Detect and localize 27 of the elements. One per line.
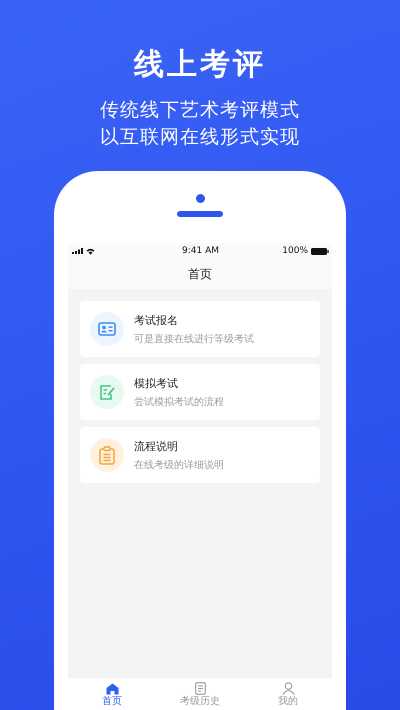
document-icon: [194, 682, 206, 695]
edit-icon: [90, 375, 124, 409]
camera-dot: [196, 194, 204, 203]
subtitle-line: 传统线下艺术考评模式: [100, 98, 300, 122]
headline: 线上考评: [134, 46, 266, 84]
home-icon: [106, 682, 118, 695]
menu-card[interactable]: 模拟考试 尝试模拟考试的流程: [80, 364, 320, 420]
clipboard-icon: [90, 438, 124, 472]
card-description: 可是直接在线进行等级考试: [134, 332, 254, 346]
subtitle-line: 以互联网在线形式实现: [100, 125, 300, 149]
card-description: 在线考级的详细说明: [134, 458, 224, 472]
battery-percent: 100%: [282, 246, 308, 256]
speaker-bar: [177, 211, 223, 217]
card-title: 流程说明: [134, 438, 179, 454]
menu-card[interactable]: 考试报名 可是直接在线进行等级考试: [80, 301, 320, 357]
wifi-icon: [86, 248, 95, 254]
page-title: 首页: [188, 266, 212, 282]
menu-card[interactable]: 流程说明 在线考级的详细说明: [80, 427, 320, 483]
card-title: 考试报名: [134, 312, 179, 328]
id-card-icon: [90, 312, 124, 346]
card-title: 模拟考试: [134, 376, 179, 390]
person-icon: [282, 682, 294, 695]
battery-icon: [311, 248, 329, 254]
tab[interactable]: 首页: [68, 678, 156, 710]
signal-icon: [72, 248, 83, 254]
card-description: 尝试模拟考试的流程: [134, 396, 224, 408]
status-time: 9:41 AM: [182, 246, 219, 256]
